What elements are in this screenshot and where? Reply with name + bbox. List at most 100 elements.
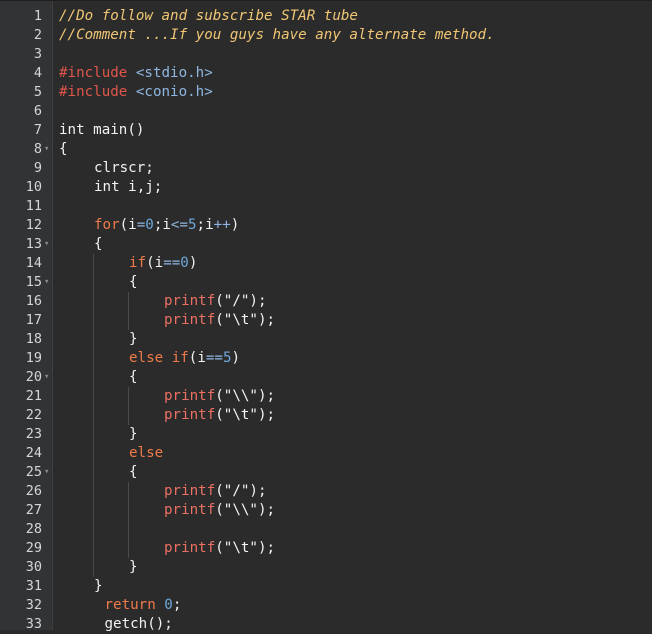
code-line[interactable]: 4 #include <stdio.h> (0, 64, 652, 83)
code-line[interactable]: 5 #include <conio.h> (0, 83, 652, 102)
code-text: printf("\\"); (164, 501, 275, 520)
line-number: 10 (25, 179, 42, 195)
code-token: { (94, 236, 103, 252)
code-token: ++ (213, 217, 231, 233)
line-number: 33 (25, 616, 42, 632)
code-line[interactable]: 23} (0, 425, 652, 444)
code-editor[interactable]: 1 //Do follow and subscribe STAR tube 2 //C… (0, 0, 652, 632)
code-token: { (129, 464, 138, 480)
code-line[interactable]: 7 int main() (0, 121, 652, 140)
code-token: ( (215, 293, 224, 309)
code-token: } (129, 559, 138, 575)
code-text: printf("/"); (164, 292, 267, 311)
code-token: "/" (223, 293, 250, 309)
line-number: 24 (25, 445, 42, 461)
line-number: 18 (25, 331, 42, 347)
code-token: 5 (188, 217, 197, 233)
code-token: int i,j; (94, 179, 163, 195)
code-token: "\t" (223, 540, 258, 556)
code-token: ); (249, 293, 267, 309)
line-number: 1 (33, 8, 42, 24)
code-line[interactable]: 11 (0, 197, 652, 216)
code-line[interactable]: 17 printf("\t"); (0, 311, 652, 330)
code-line[interactable]: 22 printf("\t"); (0, 406, 652, 425)
code-line[interactable]: 16 printf("/"); (0, 292, 652, 311)
code-token: ( (215, 388, 224, 404)
code-line[interactable]: 1 //Do follow and subscribe STAR tube (0, 7, 652, 26)
line-number: 20 (25, 369, 42, 385)
code-token: 0 (145, 217, 154, 233)
code-line[interactable]: 20 ▾ { (0, 368, 652, 387)
code-token: "\\" (223, 388, 258, 404)
code-token: int main() (59, 122, 145, 138)
line-number: 31 (25, 578, 42, 594)
code-token: return (104, 597, 165, 613)
indent-guide (128, 292, 129, 330)
code-line[interactable]: 27 printf("\\"); (0, 501, 652, 520)
code-token: printf (164, 407, 216, 423)
code-line[interactable]: 10 int i,j; (0, 178, 652, 197)
code-line[interactable]: 15 ▾ { (0, 273, 652, 292)
code-token: (i (146, 255, 164, 271)
code-line[interactable]: 3 (0, 45, 652, 64)
line-number: 11 (25, 198, 42, 214)
indent-guide (93, 254, 94, 577)
code-line[interactable]: 28 (0, 520, 652, 539)
line-number: 6 (33, 103, 42, 119)
code-line[interactable]: 21 printf("\\"); (0, 387, 652, 406)
code-line[interactable]: 26 printf("/"); (0, 482, 652, 501)
code-token: } (129, 426, 138, 442)
line-number: 13 (25, 236, 42, 252)
code-line[interactable]: 9 clrscr; (0, 159, 652, 178)
code-line[interactable]: 30} (0, 558, 652, 577)
fold-toggle-icon[interactable]: ▾ (44, 368, 52, 387)
fold-toggle-icon[interactable]: ▾ (44, 273, 52, 292)
code-token: ) (188, 255, 198, 271)
code-token: ( (215, 502, 224, 518)
code-text: getch(); (105, 615, 173, 634)
fold-toggle-icon[interactable]: ▾ (44, 140, 52, 159)
code-line[interactable]: 12 for(i=0;i<=5;i++) (0, 216, 652, 235)
code-line[interactable]: 19 else if(i==5) (0, 349, 652, 368)
code-token: { (129, 274, 138, 290)
code-line[interactable]: 14 if(i==0) (0, 254, 652, 273)
code-line[interactable]: 29 printf("\t"); (0, 539, 652, 558)
code-line[interactable]: 2 //Comment ...If you guys have any alter… (0, 26, 652, 45)
fold-toggle-icon[interactable]: ▾ (44, 463, 52, 482)
code-line[interactable]: 13 ▾ { (0, 235, 652, 254)
code-text: printf("\t"); (164, 311, 275, 330)
code-token: == (205, 350, 223, 366)
code-line[interactable]: 31} (0, 577, 652, 596)
code-text: int main() (59, 121, 144, 140)
code-token: for (94, 217, 120, 233)
line-number: 14 (25, 255, 42, 271)
code-line[interactable]: 25 ▾ { (0, 463, 652, 482)
code-line[interactable]: 18} (0, 330, 652, 349)
code-line[interactable]: 8 ▾ { (0, 140, 652, 159)
code-line[interactable]: 6 (0, 102, 652, 121)
code-token: clrscr; (94, 160, 154, 176)
code-token: ); (257, 312, 276, 328)
code-line[interactable]: 33 getch(); (0, 615, 652, 634)
fold-toggle-icon[interactable]: ▾ (44, 235, 52, 254)
code-text: printf("\t"); (164, 406, 275, 425)
code-token: ); (257, 388, 276, 404)
code-token: 0 (180, 255, 189, 271)
code-line[interactable]: 24 else (0, 444, 652, 463)
code-token: { (129, 369, 138, 385)
line-number: 22 (25, 407, 42, 423)
code-text: //Comment ...If you guys have any altern… (59, 26, 495, 45)
line-number: 9 (33, 160, 42, 176)
code-token: <= (170, 217, 188, 233)
code-token: } (129, 331, 138, 347)
code-token: "\\" (223, 502, 258, 518)
code-token: ) (231, 350, 241, 366)
code-token: printf (164, 483, 216, 499)
line-number: 30 (25, 559, 42, 575)
code-line[interactable]: 32 return 0; (0, 596, 652, 615)
line-number: 29 (25, 540, 42, 556)
code-token: = (136, 217, 146, 233)
code-token: "\t" (223, 312, 258, 328)
code-token: == (163, 255, 181, 271)
code-text: printf("/"); (164, 482, 267, 501)
